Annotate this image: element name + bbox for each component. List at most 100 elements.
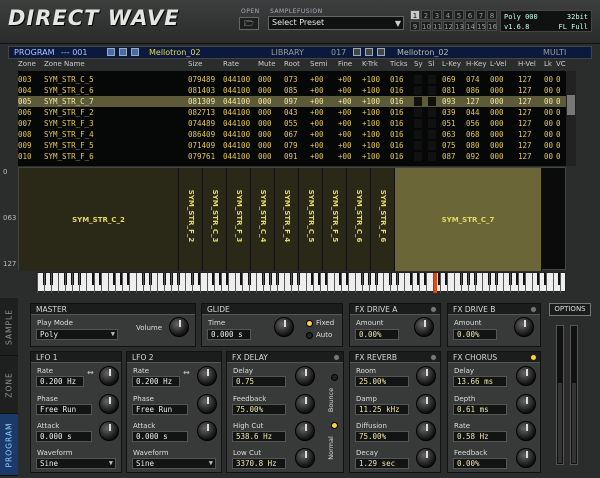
- fx-delay-power-led[interactable]: [333, 354, 340, 361]
- col-header-sl[interactable]: Sl: [428, 60, 434, 68]
- fx-reverb-power-led[interactable]: [430, 354, 437, 361]
- diffusion-value[interactable]: 75.00%: [355, 431, 409, 442]
- table-row[interactable]: 010 SYM_STR_F_6 079761 044100 000 091 +00 +00 +1…: [18, 151, 566, 162]
- glide-fixed-radio[interactable]: [306, 320, 313, 327]
- program-menu-button[interactable]: [131, 48, 139, 56]
- col-header-fine[interactable]: Fine: [338, 60, 352, 68]
- zone-block[interactable]: SYM_STR_C_4: [251, 168, 275, 271]
- volume-knob[interactable]: [169, 317, 189, 337]
- lowcut-value[interactable]: 3370.8 Hz: [232, 458, 286, 469]
- lfo1-phase-value[interactable]: Free Run: [36, 404, 92, 415]
- zone-block[interactable]: SYM_STR_F_3: [227, 168, 251, 271]
- fx-chorus-power-led[interactable]: [530, 354, 537, 361]
- table-row[interactable]: 006 SYM_STR_F_2 082713 044100 000 043 +00 +00 +1…: [18, 107, 566, 118]
- next-library-button[interactable]: [365, 48, 373, 56]
- lfo1-waveform-select[interactable]: Sine ▼: [36, 458, 116, 469]
- glide-time-value[interactable]: 0.000 s: [207, 329, 251, 340]
- multi-slot-3[interactable]: 3: [432, 10, 442, 20]
- chorus-depth-value[interactable]: 0.61 ms: [453, 404, 507, 415]
- multi-slot-14[interactable]: 14: [465, 21, 475, 31]
- zone-list-scrollbar[interactable]: [566, 71, 576, 166]
- lfo2-waveform-select[interactable]: Sine ▼: [132, 458, 216, 469]
- tab-sample[interactable]: SAMPLE: [0, 298, 18, 356]
- lfo1-rate-value[interactable]: 0.200 Hz: [36, 376, 84, 387]
- lfo1-rate-knob[interactable]: [99, 366, 119, 386]
- fx-drive-b-power-led[interactable]: [530, 306, 537, 313]
- tempo-sync-icon[interactable]: ↭: [183, 368, 190, 377]
- col-header-k-trk[interactable]: K-Trk: [362, 60, 378, 68]
- multi-slot-5[interactable]: 5: [454, 10, 464, 20]
- zone-block[interactable]: SYM_STR_F_2: [179, 168, 203, 271]
- multi-slot-7[interactable]: 7: [476, 10, 486, 20]
- col-header-size[interactable]: Size: [188, 60, 202, 68]
- chorus-feedback-value[interactable]: 0.00%: [453, 458, 507, 469]
- zone-block[interactable]: SYM_STR_C_6: [347, 168, 371, 271]
- fx-drive-a-power-led[interactable]: [430, 306, 437, 313]
- room-knob[interactable]: [416, 366, 436, 386]
- zone-block[interactable]: SYM_STR_F_6: [371, 168, 395, 271]
- col-header-rate[interactable]: Rate: [223, 60, 239, 68]
- drive-b-amount-value[interactable]: 0.00%: [453, 329, 497, 340]
- piano-keyboard[interactable]: [36, 272, 566, 293]
- open-folder-button[interactable]: 🗁: [239, 17, 259, 30]
- multi-slot-11[interactable]: 11: [432, 21, 442, 31]
- delay-feedback-value[interactable]: 75.00%: [232, 404, 286, 415]
- multi-slot-4[interactable]: 4: [443, 10, 453, 20]
- multi-slot-15[interactable]: 15: [476, 21, 486, 31]
- zone-block[interactable]: SYM_STR_C_7: [395, 168, 542, 271]
- multi-slot-13[interactable]: 13: [454, 21, 464, 31]
- normal-radio[interactable]: [331, 422, 338, 429]
- diffusion-knob[interactable]: [416, 421, 436, 441]
- table-row[interactable]: 003 SYM_STR_C_5 079489 044100 000 073 +00 +00 +1…: [18, 74, 566, 85]
- zone-block[interactable]: SYM_STR_C_2: [19, 168, 179, 271]
- library-name[interactable]: Mellotron_02: [397, 48, 449, 57]
- tab-program[interactable]: PROGRAM: [0, 414, 18, 476]
- chorus-feedback-knob[interactable]: [516, 448, 536, 468]
- program-name[interactable]: Mellotron_02: [149, 48, 201, 57]
- lfo1-phase-knob[interactable]: [99, 394, 119, 414]
- multi-slot-2[interactable]: 2: [421, 10, 431, 20]
- chorus-rate-value[interactable]: 0.58 Hz: [453, 431, 507, 442]
- next-program-button[interactable]: [119, 48, 127, 56]
- highcut-knob[interactable]: [295, 421, 315, 441]
- col-header-l-vel[interactable]: L-Vel: [490, 60, 506, 68]
- damp-knob[interactable]: [416, 394, 436, 414]
- multi-slot-9[interactable]: 9: [410, 21, 420, 31]
- chorus-rate-knob[interactable]: [516, 421, 536, 441]
- table-row[interactable]: 008 SYM_STR_F_4 086409 044100 000 067 +00 +00 +1…: [18, 129, 566, 140]
- options-button[interactable]: OPTIONS: [549, 303, 591, 316]
- lfo2-phase-value[interactable]: Free Run: [132, 404, 188, 415]
- col-header-lk[interactable]: Lk: [544, 60, 552, 68]
- tempo-sync-icon[interactable]: ↭: [87, 368, 94, 377]
- tab-zone[interactable]: ZONE: [0, 356, 18, 414]
- lfo2-rate-value[interactable]: 0.200 Hz: [132, 376, 180, 387]
- delay-knob[interactable]: [295, 366, 315, 386]
- table-row[interactable]: 005 SYM_STR_C_7 081309 044100 000 097 +00 +00 +1…: [18, 96, 566, 107]
- col-header-mute[interactable]: Mute: [258, 60, 276, 68]
- col-header-zone-name[interactable]: Zone Name: [44, 60, 85, 68]
- delay-value[interactable]: 0.75: [232, 376, 286, 387]
- highcut-value[interactable]: 538.6 Hz: [232, 431, 286, 442]
- table-row[interactable]: 007 SYM_STR_F_3 074489 044100 000 055 +00 +00 +1…: [18, 118, 566, 129]
- col-header-ticks[interactable]: Ticks: [390, 60, 408, 68]
- play-mode-select[interactable]: Poly ▼: [36, 329, 118, 340]
- multi-slot-1[interactable]: 1: [410, 10, 420, 20]
- lfo2-attack-value[interactable]: 0.000 s: [132, 431, 188, 442]
- col-header-h-key[interactable]: H-Key: [466, 60, 486, 68]
- multi-slot-8[interactable]: 8: [487, 10, 497, 20]
- multi-slot-12[interactable]: 12: [443, 21, 453, 31]
- prev-library-button[interactable]: [353, 48, 361, 56]
- multi-slot-10[interactable]: 10: [421, 21, 431, 31]
- table-row[interactable]: 009 SYM_STR_F_5 071409 044100 000 079 +00 +00 +1…: [18, 140, 566, 151]
- zone-block[interactable]: SYM_STR_C_3: [203, 168, 227, 271]
- decay-value[interactable]: 1.29 sec: [355, 458, 409, 469]
- library-menu-button[interactable]: [377, 48, 385, 56]
- col-header-vc[interactable]: VC: [556, 60, 566, 68]
- room-value[interactable]: 25.00%: [355, 376, 409, 387]
- damp-value[interactable]: 11.25 kHz: [355, 404, 409, 415]
- zone-block[interactable]: SYM_STR_F_4: [275, 168, 299, 271]
- multi-tab[interactable]: MULTI: [543, 48, 566, 57]
- col-header-sy[interactable]: Sy: [414, 60, 423, 68]
- chorus-depth-knob[interactable]: [516, 394, 536, 414]
- drive-a-amount-value[interactable]: 0.00%: [355, 329, 399, 340]
